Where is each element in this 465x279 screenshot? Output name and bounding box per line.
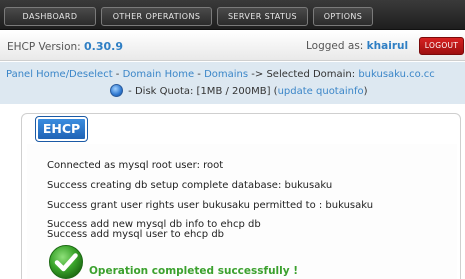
quota-close-paren: ) <box>363 86 368 97</box>
update-quota-link[interactable]: update quotainfo <box>278 86 364 97</box>
breadcrumb-domains-link[interactable]: Domains <box>204 69 248 80</box>
nav-dashboard-button[interactable]: DASHBOARD <box>4 7 96 26</box>
breadcrumb-separator: - <box>194 69 205 80</box>
nav-server-status-button[interactable]: SERVER STATUS <box>217 7 308 26</box>
logged-in-info: Logged as: khairul <box>306 40 408 52</box>
status-message: Connected as mysql root user: root <box>47 160 224 171</box>
username: khairul <box>366 40 409 52</box>
success-message: Operation completed successfully ! <box>89 265 299 277</box>
breadcrumb-area: Panel Home/Deselect - Domain Home - Doma… <box>0 62 465 104</box>
status-message: Success creating db setup complete datab… <box>47 180 333 191</box>
disk-quota-text: - Disk Quota: [1MB / 200MB] ( <box>125 86 278 97</box>
logged-label: Logged as: <box>306 40 364 52</box>
nav-options-button[interactable]: OPTIONS <box>313 7 373 26</box>
breadcrumb-separator: - <box>112 69 123 80</box>
breadcrumb: Panel Home/Deselect - Domain Home - Doma… <box>6 69 465 80</box>
status-message: Success add mysql user to ehcp db <box>47 229 225 240</box>
breadcrumb-panel-home-link[interactable]: Panel Home/Deselect <box>6 69 113 80</box>
version-info: EHCP Version: 0.30.9 <box>7 40 123 53</box>
status-message: Success grant user rights user bukusaku … <box>47 200 374 211</box>
top-nav-bar: DASHBOARD OTHER OPERATIONS SERVER STATUS… <box>0 0 465 30</box>
disk-quota: - Disk Quota: [1MB / 200MB] (update quot… <box>110 84 368 97</box>
breadcrumb-domain-home-link[interactable]: Domain Home <box>123 69 195 80</box>
globe-icon <box>110 84 123 97</box>
info-bar: EHCP Version: 0.30.9 Logged as: khairul … <box>0 31 465 61</box>
version-label: EHCP Version: <box>7 41 81 53</box>
checkmark-icon <box>49 245 83 279</box>
ehcp-panel-tab: EHCP <box>35 116 88 142</box>
selected-domain-link[interactable]: bukusaku.co.cc <box>358 69 434 80</box>
selected-domain-label: -> Selected Domain: <box>248 69 359 80</box>
version-number: 0.30.9 <box>84 40 124 53</box>
logout-button[interactable]: LOGOUT <box>419 37 464 55</box>
nav-other-operations-button[interactable]: OTHER OPERATIONS <box>101 7 212 26</box>
